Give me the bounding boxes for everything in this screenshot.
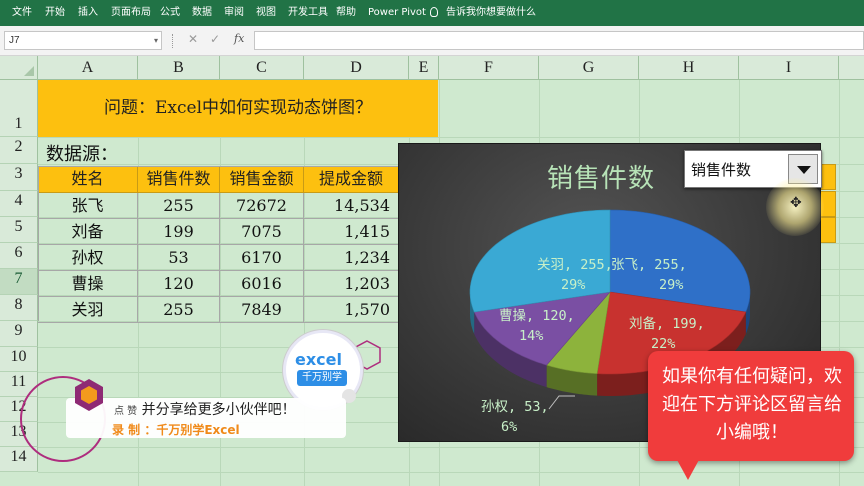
callout-tail — [676, 458, 700, 480]
row-header-10[interactable]: 10 — [0, 347, 38, 372]
ribbon-menu-bar: 文件 开始 插入 页面布局 公式 数据 审阅 视图 开发工具 帮助 Power … — [0, 0, 864, 26]
banner-like-text: 点 赞 — [114, 406, 138, 417]
banner-share-text: 并分享给更多小伙伴吧！ — [141, 402, 296, 418]
tell-me-search[interactable]: 告诉我你想要做什么 — [446, 0, 536, 26]
column-header-i[interactable]: I — [739, 56, 839, 80]
row-header-14[interactable]: 14 — [0, 447, 38, 472]
column-header-e[interactable]: E — [409, 56, 439, 80]
row-header-6[interactable]: 6 — [0, 243, 38, 269]
menu-power-pivot[interactable]: Power Pivot — [368, 0, 426, 26]
menu-help[interactable]: 帮助 — [336, 0, 356, 26]
formula-bar: J7 ▾ ✕ ✓ fx — [0, 26, 864, 56]
pie-label-guanyu-text: 关羽, 255, — [537, 257, 613, 273]
row-header-5[interactable]: 5 — [0, 217, 38, 243]
name-box[interactable]: J7 ▾ — [4, 31, 162, 50]
column-header-a[interactable]: A — [38, 56, 138, 80]
pie-label-sunquan: 孙权, 53, 6% — [481, 397, 549, 438]
question-cell[interactable]: 问题：Excel中如何实现动态饼图？ — [38, 80, 438, 137]
banner-text: 点 赞 并分享给更多小伙伴吧！ — [114, 399, 296, 419]
pie-label-liubei-text: 刘备, 199, — [629, 316, 705, 332]
menu-file[interactable]: 文件 — [12, 0, 32, 26]
row-header-7[interactable]: 7 — [0, 269, 38, 295]
menu-formulas[interactable]: 公式 — [160, 0, 180, 26]
gridline — [38, 137, 864, 138]
callout-text: 如果你有任何疑问，欢迎在下方评论区留言给小编哦！ — [662, 366, 842, 443]
pie-label-caocao-pct: 14% — [519, 328, 544, 345]
menu-review[interactable]: 审阅 — [224, 0, 244, 26]
menu-home[interactable]: 开始 — [45, 0, 65, 26]
insert-function-icon[interactable]: fx — [234, 32, 244, 45]
formula-input[interactable] — [254, 31, 864, 50]
data-table-border — [38, 166, 399, 321]
chevron-down-icon[interactable]: ▾ — [154, 32, 158, 49]
pie-label-liubei-pct: 22% — [651, 336, 676, 353]
hexagon-badge-icon — [75, 379, 103, 411]
menu-insert[interactable]: 插入 — [78, 0, 98, 26]
column-header-d[interactable]: D — [304, 56, 409, 80]
row-header-2[interactable]: 2 — [0, 137, 38, 164]
pie-label-zhangfei-pct: 29% — [659, 277, 684, 294]
comment-callout: 如果你有任何疑问，欢迎在下方评论区留言给小编哦！ — [648, 351, 854, 461]
row-header-9[interactable]: 9 — [0, 321, 38, 347]
column-header-g[interactable]: G — [539, 56, 639, 80]
name-box-value: J7 — [9, 35, 20, 46]
formula-bar-separator — [172, 34, 174, 48]
data-source-label[interactable]: 数据源： — [46, 140, 118, 166]
row-header-4[interactable]: 4 — [0, 191, 38, 217]
logo-text: excel — [295, 350, 342, 369]
gridline — [38, 472, 864, 473]
row-header-3[interactable]: 3 — [0, 164, 38, 191]
pie-label-caocao-text: 曹操, 120, — [499, 308, 575, 324]
column-header-c[interactable]: C — [220, 56, 304, 80]
cancel-icon[interactable]: ✕ — [188, 32, 198, 46]
menu-data[interactable]: 数据 — [192, 0, 212, 26]
pie-label-zhangfei: 张飞, 255, 29% — [611, 255, 687, 296]
row-header-8[interactable]: 8 — [0, 295, 38, 321]
menu-page-layout[interactable]: 页面布局 — [111, 0, 151, 26]
cursor-icon: ✥ — [790, 195, 802, 211]
select-all-button[interactable] — [0, 56, 38, 80]
column-header-b[interactable]: B — [138, 56, 220, 80]
column-header-f[interactable]: F — [439, 56, 539, 80]
subscribe-banner: 点 赞 并分享给更多小伙伴吧！ 录 制 ：千万别学Excel — [66, 378, 384, 438]
column-header-h[interactable]: H — [639, 56, 739, 80]
row-header-1[interactable]: 1 — [0, 80, 38, 137]
menu-developer[interactable]: 开发工具 — [288, 0, 328, 26]
pie-leader-line — [548, 395, 575, 410]
chevron-down-icon — [797, 166, 811, 174]
column-header-j[interactable] — [839, 56, 864, 80]
dropdown-value: 销售件数 — [691, 161, 752, 179]
pie-label-zhangfei-text: 张飞, 255, — [611, 257, 687, 273]
lightbulb-icon — [430, 7, 438, 17]
pie-label-liubei: 刘备, 199, 22% — [629, 314, 705, 355]
select-all-icon — [24, 66, 34, 76]
pie-label-caocao: 曹操, 120, 14% — [499, 306, 575, 347]
menu-view[interactable]: 视图 — [256, 0, 276, 26]
pie-label-sunquan-pct: 6% — [501, 419, 518, 436]
banner-credit: 录 制 ：千万别学Excel — [112, 423, 240, 437]
pie-label-guanyu: 关羽, 255, 29% — [537, 255, 613, 296]
pie-label-guanyu-pct: 29% — [561, 277, 586, 294]
enter-icon[interactable]: ✓ — [210, 32, 220, 46]
pie-label-sunquan-text: 孙权, 53, — [481, 399, 549, 415]
